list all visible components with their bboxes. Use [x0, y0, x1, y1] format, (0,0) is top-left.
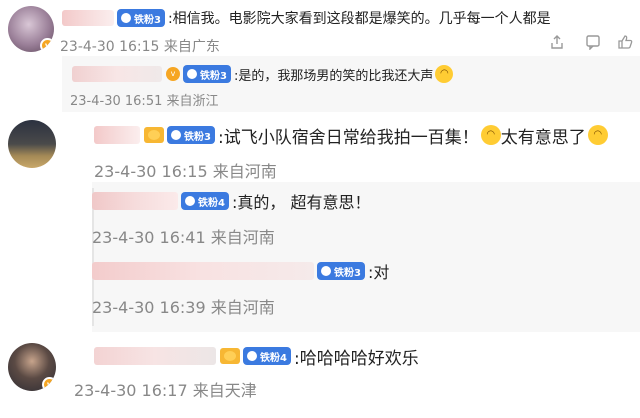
reply-time: 16:39: [159, 298, 206, 317]
verified-icon: v: [42, 377, 56, 391]
crown-icon: [220, 348, 240, 364]
reply-text: :是的，我那场男的笑的比我还大声: [233, 68, 434, 84]
comment-item: v 铁粉3 :相信我。电影院大家看到这段都是爆笑的。几乎每一个人都是 23-4-…: [0, 0, 640, 115]
fan-badge: 铁粉3: [167, 126, 215, 144]
fan-badge: 铁粉3: [117, 9, 165, 27]
comment-meta: 23-4-30 16:17 来自天津: [74, 377, 257, 401]
verified-icon: v: [166, 67, 180, 81]
reply-text: :真的， 超有意思！: [231, 193, 371, 212]
comment-item: v 铁粉4 :哈哈哈哈好欢乐 23-4-30 16:17 来自天津: [0, 337, 640, 418]
comment-time: 16:15: [161, 162, 208, 181]
reply-date: 23-4-30: [92, 298, 155, 317]
comment-text: :哈哈哈哈好欢乐: [293, 348, 419, 369]
fan-badge: 铁粉3: [183, 65, 231, 83]
comment-location: 来自河南: [212, 162, 277, 181]
comment-text-2: 太有意思了: [500, 127, 586, 148]
avatar[interactable]: [8, 120, 56, 168]
avatar[interactable]: v: [8, 6, 54, 52]
reply-block: v 铁粉3 :是的，我那场男的笑的比我还大声 ◠ 23-4-30 16:51 来…: [62, 56, 640, 112]
fan-badge-label: 铁粉3: [334, 267, 361, 279]
comment-location: 来自天津: [192, 381, 257, 400]
username[interactable]: [92, 192, 178, 210]
share-icon[interactable]: [548, 34, 566, 52]
reply-time: 16:41: [159, 228, 206, 247]
reply-meta: 23-4-30 16:51 来自浙江: [70, 90, 219, 109]
comment-meta: 23-4-30 16:15 来自河南: [94, 158, 277, 182]
reply-time: 16:51: [124, 94, 163, 109]
comment-text: :试飞小队宿舍日常给我拍一百集！: [217, 127, 479, 148]
comment-date: 23-4-30: [60, 39, 115, 55]
reply-block: 铁粉4 :真的， 超有意思！ 23-4-30 16:41 来自河南 铁粉3 :对…: [92, 182, 640, 332]
username[interactable]: [94, 347, 216, 365]
fan-badge: 铁粉4: [243, 347, 291, 365]
avatar[interactable]: v: [8, 343, 56, 391]
verified-icon: v: [40, 38, 54, 52]
comment-date: 23-4-30: [94, 162, 157, 181]
comment-item: 铁粉3 :试飞小队宿舍日常给我拍一百集！ ◠ 太有意思了 ◠ 23-4-30 1…: [0, 112, 640, 337]
reply-location: 来自河南: [210, 298, 275, 317]
laugh-emoji-icon: ◠: [435, 65, 454, 83]
username[interactable]: [62, 10, 114, 26]
comment-meta: 23-4-30 16:15 来自广东: [60, 36, 220, 56]
fan-badge-label: 铁粉4: [198, 197, 225, 209]
username[interactable]: [92, 262, 314, 280]
heart-icon: [171, 130, 181, 140]
comment-text: :相信我。电影院大家看到这段都是爆笑的。几乎每一个人都是: [167, 11, 551, 27]
fan-badge-label: 铁粉3: [200, 70, 227, 82]
reply-meta: 23-4-30 16:39 来自河南: [92, 294, 275, 318]
fan-badge-label: 铁粉3: [184, 131, 211, 143]
heart-icon: [185, 196, 195, 206]
reply-meta: 23-4-30 16:41 来自河南: [92, 224, 275, 248]
comment-time: 16:15: [119, 39, 160, 55]
cry-laugh-emoji-icon: ◠: [480, 125, 501, 145]
comment-date: 23-4-30: [74, 381, 137, 400]
fan-badge: 铁粉4: [181, 192, 229, 210]
reply-text: :对: [367, 263, 390, 282]
heart-icon: [321, 266, 331, 276]
laugh-emoji-icon: ◠: [587, 125, 608, 145]
comment-time: 16:17: [141, 381, 188, 400]
username[interactable]: [94, 126, 140, 144]
heart-icon: [247, 351, 257, 361]
fan-badge: 铁粉3: [317, 262, 365, 280]
comment-location: 来自广东: [163, 39, 220, 55]
crown-icon: [144, 127, 164, 143]
fan-badge-label: 铁粉3: [134, 14, 161, 26]
fan-badge-label: 铁粉4: [260, 352, 287, 364]
reply-date: 23-4-30: [70, 94, 121, 109]
comment-icon[interactable]: [584, 34, 602, 52]
heart-icon: [121, 13, 131, 23]
reply-date: 23-4-30: [92, 228, 155, 247]
like-icon[interactable]: [616, 34, 634, 52]
username[interactable]: [72, 66, 162, 82]
heart-icon: [187, 69, 197, 79]
reply-location: 来自浙江: [166, 94, 219, 109]
reply-location: 来自河南: [210, 228, 275, 247]
